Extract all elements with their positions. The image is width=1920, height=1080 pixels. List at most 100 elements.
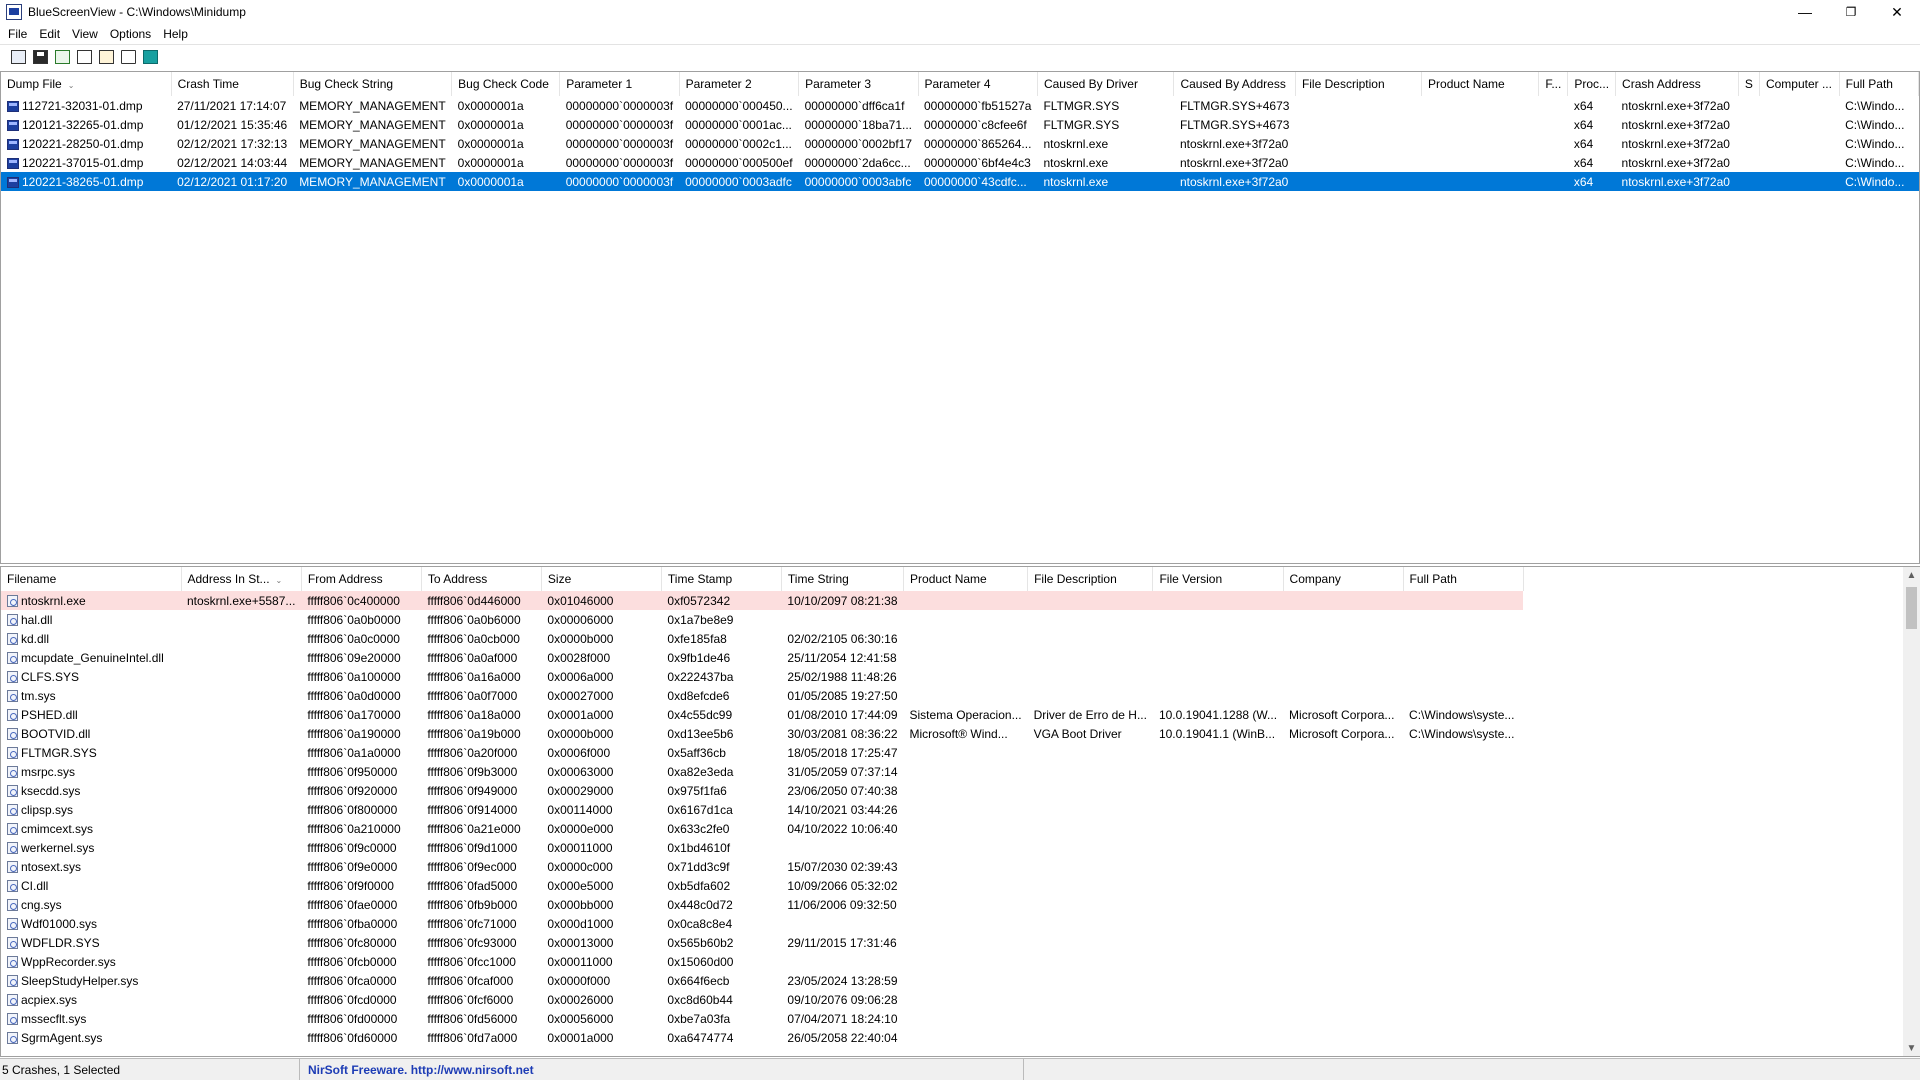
driver-file-icon <box>7 632 18 645</box>
column-header[interactable]: Caused By Driver <box>1037 72 1175 96</box>
vertical-scrollbar[interactable]: ▲ ▼ <box>1903 567 1920 1056</box>
table-cell: 07/04/2071 18:24:10 <box>781 1009 903 1028</box>
table-cell <box>1028 895 1153 914</box>
driver-row[interactable]: clipsp.sys fffff806`0f800000 fffff806`0f91… <box>1 800 1523 819</box>
cell-text: kd.dll <box>21 631 50 646</box>
table-cell: fffff806`0f9c0000 <box>301 838 421 857</box>
find-button[interactable] <box>118 47 139 67</box>
cell-text: 10.0.19041.1 (WinB... <box>1158 726 1276 741</box>
driver-row[interactable]: ntosext.sys fffff806`0f9e0000 fffff806`0f9… <box>1 857 1523 876</box>
table-cell: 11/06/2006 09:32:50 <box>781 895 903 914</box>
table-cell: fffff806`0a21e000 <box>421 819 541 838</box>
column-header[interactable]: File Description <box>1295 72 1423 96</box>
driver-row[interactable]: SleepStudyHelper.sys fffff806`0fca0000 fff… <box>1 971 1523 990</box>
column-header[interactable]: From Address <box>301 567 422 591</box>
column-header[interactable]: Time Stamp <box>661 567 782 591</box>
driver-row[interactable]: ksecdd.sys fffff806`0f920000 fffff806`0f94… <box>1 781 1523 800</box>
driver-row[interactable]: mcupdate_GenuineIntel.dll fffff806`09e200… <box>1 648 1523 667</box>
driver-row[interactable]: CI.dll fffff806`0f9f0000 fffff806`0fad5000… <box>1 876 1523 895</box>
minimize-button[interactable]: — <box>1782 0 1828 24</box>
dump-file-icon <box>7 157 19 169</box>
table-cell: ntoskrnl.exe <box>1037 172 1174 191</box>
driver-row[interactable]: Wdf01000.sys fffff806`0fba0000 fffff806`0f… <box>1 914 1523 933</box>
column-header[interactable]: Parameter 2 <box>679 72 800 96</box>
column-header[interactable]: Parameter 1 <box>559 72 680 96</box>
table-cell: fffff806`0a0d0000 <box>301 686 421 705</box>
nirsoft-link[interactable]: NirSoft Freeware. http://www.nirsoft.net <box>300 1059 1024 1080</box>
table-cell: 00000000`0002c1... <box>679 134 798 153</box>
column-header[interactable]: Caused By Address <box>1173 72 1296 96</box>
properties-button[interactable] <box>96 47 117 67</box>
driver-row[interactable]: cng.sys fffff806`0fae0000 fffff806`0fb9b00… <box>1 895 1523 914</box>
column-header[interactable]: F... <box>1538 72 1569 96</box>
table-cell <box>1283 857 1403 876</box>
table-cell: ntoskrnl.exe+3f72a0 <box>1616 153 1739 172</box>
close-button[interactable]: ✕ <box>1874 0 1920 24</box>
driver-row[interactable]: PSHED.dll fffff806`0a170000 fffff806`0a18a… <box>1 705 1523 724</box>
menu-view[interactable]: View <box>66 27 104 41</box>
menu-help[interactable]: Help <box>157 27 194 41</box>
column-header[interactable]: Company <box>1283 567 1404 591</box>
exit-button[interactable] <box>140 47 161 67</box>
crash-row[interactable]: 120221-38265-01.dmp 02/12/2021 01:17:20 ME… <box>1 172 1919 191</box>
column-header[interactable]: Full Path <box>1839 72 1919 96</box>
column-header[interactable]: Computer ... <box>1759 72 1840 96</box>
table-cell: FLTMGR.SYS <box>1 743 181 762</box>
restore-button[interactable]: ❐ <box>1828 0 1874 24</box>
column-header[interactable]: Product Name <box>903 567 1029 591</box>
column-header[interactable]: Bug Check Code <box>451 72 561 96</box>
vertical-scroll-thumb[interactable] <box>1906 587 1917 629</box>
column-header[interactable]: S <box>1738 72 1760 96</box>
cell-text: 0x222437ba <box>667 669 734 684</box>
column-header[interactable]: Product Name <box>1421 72 1540 96</box>
driver-row[interactable]: mssecflt.sys fffff806`0fd00000 fffff806`0f… <box>1 1009 1523 1028</box>
column-header[interactable]: Address In St... ⌄ <box>181 567 302 591</box>
driver-row[interactable]: WDFLDR.SYS fffff806`0fc80000 fffff806`0fc9… <box>1 933 1523 952</box>
scroll-down-arrow-icon[interactable]: ▼ <box>1903 1040 1920 1056</box>
menu-options[interactable]: Options <box>104 27 157 41</box>
driver-row[interactable]: CLFS.SYS fffff806`0a100000 fffff806`0a16a0… <box>1 667 1523 686</box>
driver-row[interactable]: BOOTVID.dll fffff806`0a190000 fffff806`0a1… <box>1 724 1523 743</box>
column-header[interactable]: Filename <box>1 567 182 591</box>
column-header[interactable]: Size <box>541 567 662 591</box>
save-button[interactable] <box>30 47 51 67</box>
column-header[interactable]: Parameter 4 <box>918 72 1038 96</box>
driver-row[interactable]: WppRecorder.sys fffff806`0fcb0000 fffff806… <box>1 952 1523 971</box>
crash-row[interactable]: 120221-37015-01.dmp 02/12/2021 14:03:44 ME… <box>1 153 1919 172</box>
html-report-button[interactable] <box>8 47 29 67</box>
table-cell: 01/05/2085 19:27:50 <box>781 686 903 705</box>
column-header[interactable]: Dump File ⌄ <box>1 72 172 96</box>
column-header[interactable]: To Address <box>421 567 542 591</box>
refresh-button[interactable] <box>52 47 73 67</box>
crash-row[interactable]: 120121-32265-01.dmp 01/12/2021 15:35:46 ME… <box>1 115 1919 134</box>
table-cell: ntoskrnl.exe+3f72a0 <box>1174 134 1296 153</box>
crash-row[interactable]: 112721-32031-01.dmp 27/11/2021 17:14:07 ME… <box>1 96 1919 115</box>
driver-row[interactable]: FLTMGR.SYS fffff806`0a1a0000 fffff806`0a20… <box>1 743 1523 762</box>
column-header[interactable]: Parameter 3 <box>798 72 919 96</box>
driver-list-pane[interactable]: Filename Address In St... ⌄ From Address To … <box>0 566 1920 1057</box>
copy-button[interactable] <box>74 47 95 67</box>
column-header[interactable]: Bug Check String <box>293 72 453 96</box>
column-header[interactable]: File Description <box>1027 567 1154 591</box>
crash-list-pane[interactable]: Dump File ⌄ Crash Time Bug Check String Bug … <box>0 71 1920 564</box>
column-header[interactable]: Crash Address <box>1615 72 1739 96</box>
scroll-up-arrow-icon[interactable]: ▲ <box>1903 567 1920 583</box>
driver-row[interactable]: tm.sys fffff806`0a0d0000 fffff806`0a0f7000… <box>1 686 1523 705</box>
driver-row[interactable]: werkernel.sys fffff806`0f9c0000 fffff806`0… <box>1 838 1523 857</box>
column-header[interactable]: Time String <box>781 567 905 591</box>
table-cell <box>1028 914 1153 933</box>
driver-row[interactable]: acpiex.sys fffff806`0fcd0000 fffff806`0fcf… <box>1 990 1523 1009</box>
driver-row[interactable]: hal.dll fffff806`0a0b0000 fffff806`0a0b600… <box>1 610 1523 629</box>
menu-edit[interactable]: Edit <box>33 27 66 41</box>
driver-row[interactable]: cmimcext.sys fffff806`0a210000 fffff806`0a… <box>1 819 1523 838</box>
column-header[interactable]: Crash Time <box>171 72 294 96</box>
column-header[interactable]: File Version <box>1152 567 1284 591</box>
driver-row[interactable]: msrpc.sys fffff806`0f950000 fffff806`0f9b3… <box>1 762 1523 781</box>
column-header[interactable]: Proc... <box>1567 72 1617 96</box>
column-header[interactable]: Full Path <box>1403 567 1524 591</box>
crash-row[interactable]: 120221-28250-01.dmp 02/12/2021 17:32:13 ME… <box>1 134 1919 153</box>
driver-row[interactable]: kd.dll fffff806`0a0c0000 fffff806`0a0cb000… <box>1 629 1523 648</box>
driver-row[interactable]: SgrmAgent.sys fffff806`0fd60000 fffff806`0… <box>1 1028 1523 1047</box>
menu-file[interactable]: File <box>2 27 33 41</box>
driver-row[interactable]: ntoskrnl.exe ntoskrnl.exe+5587... fffff806… <box>1 591 1524 610</box>
